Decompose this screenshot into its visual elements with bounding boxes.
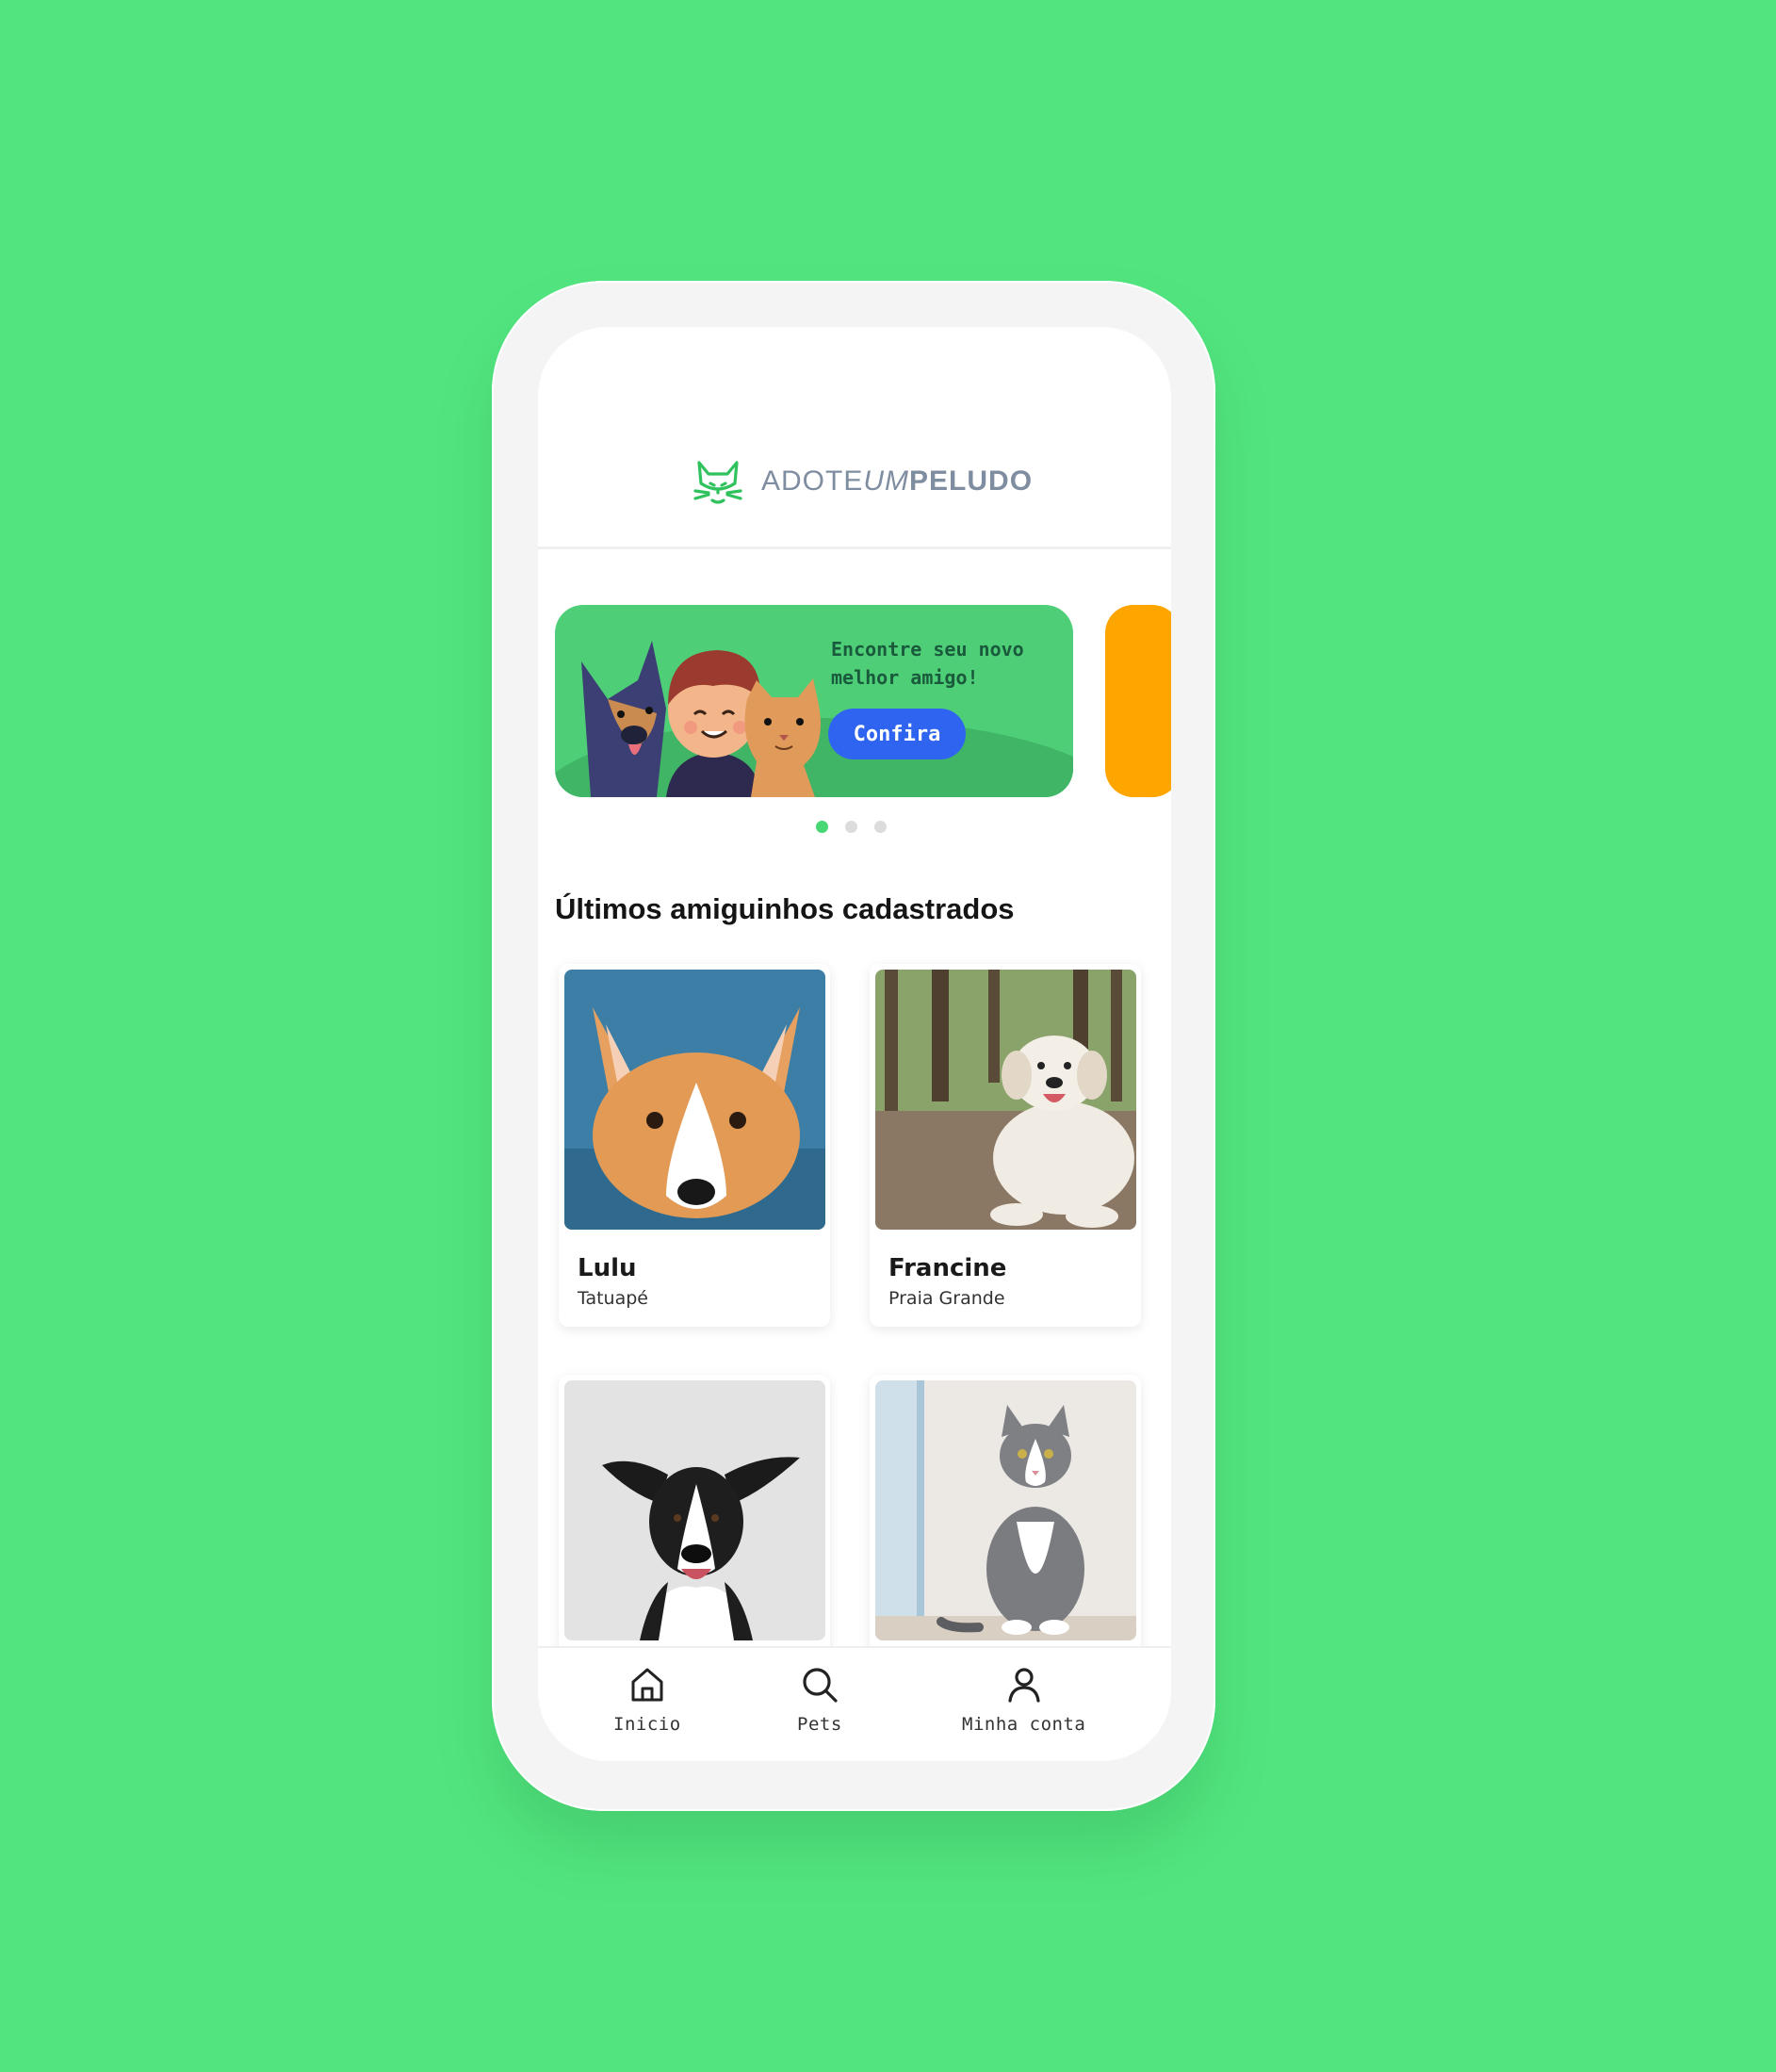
carousel-dot-1[interactable]	[816, 821, 828, 833]
banner-cta-button[interactable]: Confira	[828, 709, 966, 759]
pet-card-lulu[interactable]: Lulu Tatuapé	[559, 964, 830, 1327]
promo-banner[interactable]: Encontre seu novo melhor amigo! Confira	[555, 605, 1073, 797]
tab-pets[interactable]: Pets	[797, 1665, 842, 1735]
carousel-dot-2[interactable]	[845, 821, 857, 833]
pet-name: Francine	[888, 1254, 1007, 1282]
pet-photo	[875, 970, 1136, 1230]
bottom-tab-bar: Inicio Pets Minha conta	[538, 1646, 1171, 1761]
search-icon	[803, 1668, 838, 1703]
app-header: ADOTEUMPELUDO	[538, 327, 1171, 549]
tab-label: Minha conta	[962, 1714, 1086, 1735]
brand-word-um: UM	[863, 465, 910, 497]
brand-wordmark: ADOTEUMPELUDO	[761, 465, 1033, 498]
pet-card-francine[interactable]: Francine Praia Grande	[870, 964, 1141, 1327]
banner-illustration	[581, 641, 821, 797]
tab-label: Inicio	[613, 1714, 681, 1735]
pet-photo	[875, 1380, 1136, 1640]
tab-minha-conta[interactable]: Minha conta	[962, 1665, 1085, 1735]
pet-name: Lulu	[578, 1254, 637, 1282]
tab-label: Pets	[797, 1714, 842, 1735]
user-icon	[1008, 1668, 1040, 1703]
pet-location: Praia Grande	[888, 1288, 1005, 1309]
tab-inicio[interactable]: Inicio	[613, 1665, 681, 1735]
pet-location: Tatuapé	[578, 1288, 648, 1309]
pet-photo	[564, 1380, 825, 1640]
cat-face-icon	[693, 461, 742, 504]
phone-frame: ADOTEUMPELUDO Encontre seu novo melhor a…	[492, 281, 1215, 1811]
banner-headline: Encontre seu novo melhor amigo!	[831, 638, 1024, 689]
carousel-indicator	[816, 821, 887, 833]
app-screen: ADOTEUMPELUDO Encontre seu novo melhor a…	[538, 327, 1171, 1761]
brand-word-adote: ADOTE	[761, 465, 864, 497]
home-icon	[631, 1668, 663, 1702]
next-banner-preview[interactable]	[1105, 605, 1171, 797]
carousel-dot-3[interactable]	[874, 821, 887, 833]
pet-photo	[564, 970, 825, 1230]
brand-word-peludo: PELUDO	[909, 465, 1034, 497]
section-title: Últimos amiguinhos cadastrados	[555, 892, 1015, 925]
brand-logo: ADOTEUMPELUDO	[692, 455, 1033, 508]
